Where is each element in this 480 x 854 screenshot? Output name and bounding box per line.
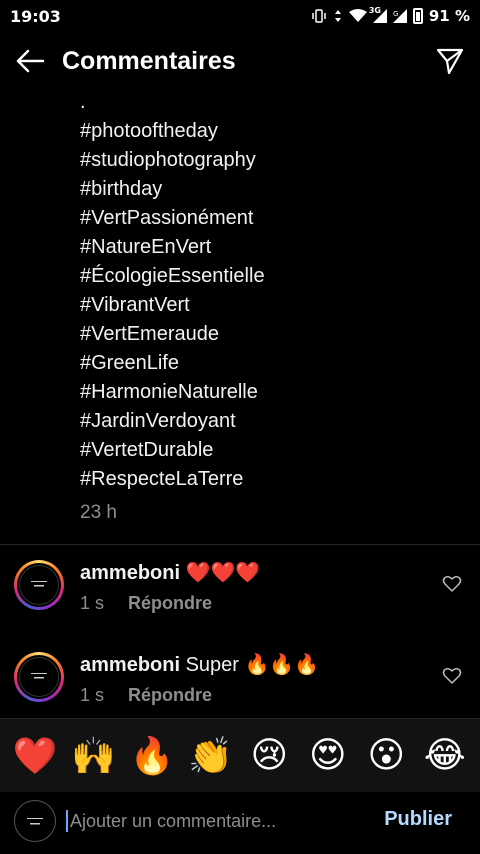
- comment-meta: 1 s Répondre: [80, 593, 260, 614]
- comment-time: 1 s: [80, 593, 105, 613]
- emoji-heart-eyes-button[interactable]: 😍: [303, 731, 353, 781]
- emoji-crying-button[interactable]: 😢: [244, 731, 294, 781]
- svg-text:G: G: [393, 10, 398, 18]
- paper-plane-icon: [436, 48, 464, 75]
- hashtag-link[interactable]: #VibrantVert: [80, 291, 460, 320]
- comment-line: ammeboni ❤️❤️❤️: [80, 560, 260, 585]
- emoji-reaction-bar: ❤️ 🙌 🔥 👏 😢 😍 😮 😂: [0, 718, 480, 792]
- signal-g-icon: G: [392, 9, 407, 23]
- comment-text: ❤️❤️❤️: [185, 562, 261, 584]
- wifi-icon: [348, 9, 367, 22]
- hashtag-link[interactable]: #VertPassionément: [80, 204, 460, 233]
- like-heart-icon[interactable]: [442, 574, 462, 594]
- hashtag-link[interactable]: #NatureEnVert: [80, 233, 460, 262]
- comment-input-placeholder: Ajouter un commentaire...: [70, 810, 277, 831]
- caption-timestamp: 23 h: [80, 502, 117, 523]
- page-title: Commentaires: [62, 46, 236, 75]
- avatar-image: [19, 657, 59, 697]
- comment-input-bar: Ajouter un commentaire... Publier: [0, 792, 480, 854]
- post-caption: . #photooftheday #studiophotography #bir…: [80, 88, 460, 494]
- avatar-logo-glyph: [27, 818, 43, 825]
- hashtag-link[interactable]: #birthday: [80, 175, 460, 204]
- data-arrows-icon: [334, 10, 341, 22]
- caption-line: .: [80, 91, 86, 113]
- avatar[interactable]: [14, 560, 64, 610]
- comment-body: ammeboni ❤️❤️❤️ 1 s Répondre: [80, 560, 260, 614]
- emoji-surprised-button[interactable]: 😮: [361, 731, 411, 781]
- publish-button[interactable]: Publier: [384, 808, 452, 831]
- hashtag-link[interactable]: #RespecteLaTerre: [80, 465, 460, 494]
- comment-text: Super 🔥🔥🔥: [185, 654, 320, 676]
- comment-input[interactable]: Ajouter un commentaire...: [66, 806, 366, 836]
- comment-body: ammeboni Super 🔥🔥🔥 1 s Répondre: [80, 652, 319, 706]
- comment-meta: 1 s Répondre: [80, 685, 319, 706]
- comment-username[interactable]: ammeboni: [80, 654, 180, 676]
- header: Commentaires: [0, 36, 480, 86]
- hashtag-link[interactable]: #studiophotography: [80, 146, 460, 175]
- hashtag-link[interactable]: #JardinVerdoyant: [80, 407, 460, 436]
- hashtag-link[interactable]: #VertEmeraude: [80, 320, 460, 349]
- avatar-logo-glyph: [31, 581, 47, 587]
- avatar[interactable]: [14, 652, 64, 702]
- avatar-logo-mark: [29, 671, 49, 683]
- text-caret: [66, 810, 68, 832]
- hashtag-link[interactable]: #GreenLife: [80, 349, 460, 378]
- avatar-logo-mark: [29, 579, 49, 591]
- divider: [0, 544, 480, 545]
- hashtag-link[interactable]: #photooftheday: [80, 117, 460, 146]
- avatar-image: [19, 565, 59, 605]
- comment-line: ammeboni Super 🔥🔥🔥: [80, 652, 319, 677]
- status-bar: 19:03 3G G 91 %: [0, 0, 480, 32]
- comment-username[interactable]: ammeboni: [80, 562, 180, 584]
- emoji-laughing-button[interactable]: 😂: [420, 731, 470, 781]
- emoji-clap-button[interactable]: 👏: [186, 731, 236, 781]
- arrow-left-icon: [16, 49, 45, 73]
- status-time: 19:03: [10, 6, 61, 26]
- reply-button[interactable]: Répondre: [128, 593, 212, 614]
- emoji-heart-button[interactable]: ❤️: [10, 731, 60, 781]
- emoji-raised-hands-button[interactable]: 🙌: [69, 731, 119, 781]
- battery-percent: 91 %: [428, 7, 470, 25]
- vibrate-icon: [312, 9, 326, 23]
- status-icons: 3G G 91 %: [311, 6, 470, 25]
- emoji-fire-button[interactable]: 🔥: [127, 731, 177, 781]
- back-button[interactable]: [2, 37, 58, 85]
- comment-time: 1 s: [80, 685, 105, 705]
- hashtag-link[interactable]: #VertetDurable: [80, 436, 460, 465]
- current-user-avatar: [14, 800, 56, 842]
- comment-item: ammeboni ❤️❤️❤️ 1 s Répondre: [0, 560, 480, 640]
- avatar-logo-glyph: [31, 673, 47, 679]
- hashtag-link[interactable]: #ÉcologieEssentielle: [80, 262, 460, 291]
- battery-icon: [412, 8, 423, 24]
- share-button[interactable]: [422, 37, 478, 85]
- hashtag-link[interactable]: #HarmonieNaturelle: [80, 378, 460, 407]
- like-heart-icon[interactable]: [442, 666, 462, 686]
- network-label: 3G: [368, 6, 381, 15]
- reply-button[interactable]: Répondre: [128, 685, 212, 706]
